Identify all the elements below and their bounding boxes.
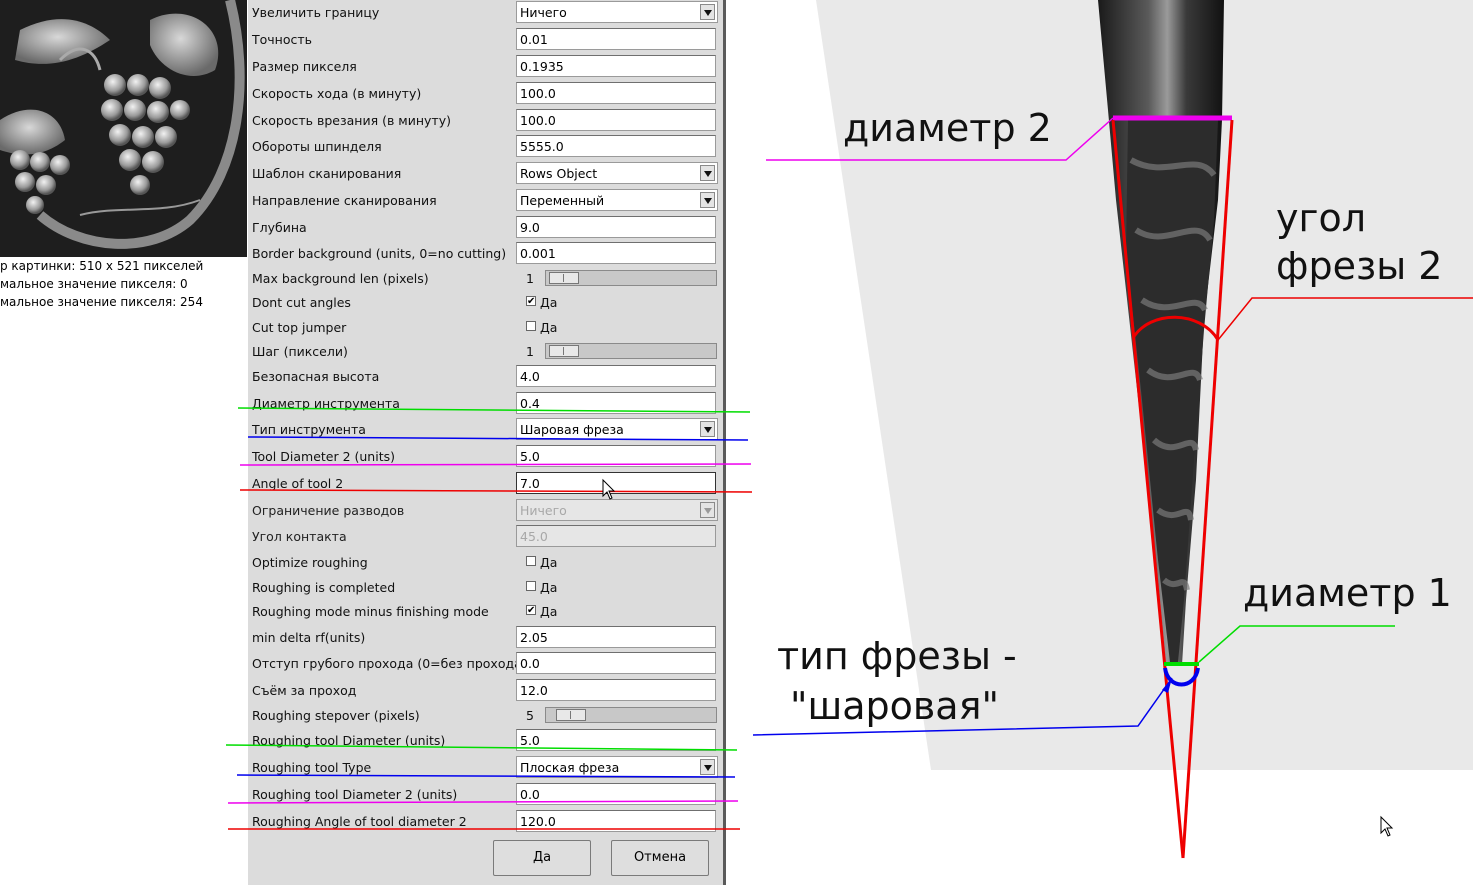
annotation-overlay <box>225 115 1473 859</box>
annotation-diameter-2: диаметр 2 <box>843 106 1052 150</box>
annotation-angle-line2: фрезы 2 <box>1276 244 1443 288</box>
annotation-type-line2: "шаровая" <box>790 684 999 728</box>
annotation-diameter-1: диаметр 1 <box>1243 571 1452 615</box>
annotation-angle-line1: угол <box>1276 196 1366 240</box>
annotation-type-line1: тип фрезы - <box>777 634 1017 678</box>
